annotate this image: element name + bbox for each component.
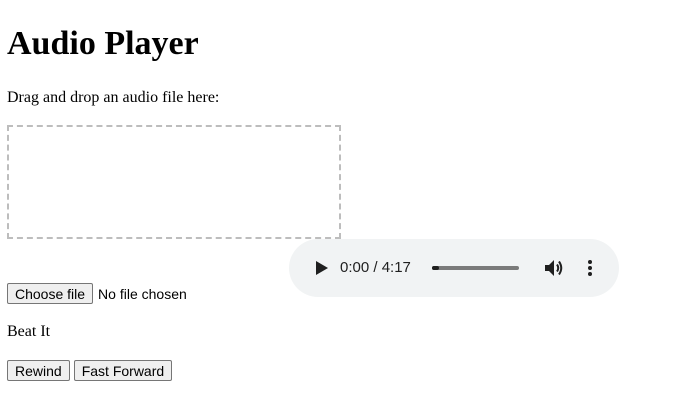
drop-instructions: Drag and drop an audio file here:	[7, 89, 220, 106]
volume-icon[interactable]	[543, 257, 565, 279]
track-name: Beat It	[7, 323, 51, 340]
audio-player: 0:00 / 4:17	[289, 239, 619, 297]
play-icon[interactable]	[311, 258, 331, 278]
fast-forward-button[interactable]: Fast Forward	[73, 360, 173, 381]
more-vertical-icon[interactable]	[580, 258, 600, 278]
page-title: Audio Player	[7, 25, 199, 62]
seek-slider[interactable]	[432, 266, 519, 270]
time-display: 0:00 / 4:17	[340, 259, 411, 276]
rewind-button[interactable]: Rewind	[7, 360, 70, 381]
file-status: No file chosen	[98, 285, 187, 302]
file-input: Choose file No file chosen	[7, 283, 187, 304]
playback-controls: Rewind Fast Forward	[7, 360, 173, 381]
seek-progress	[432, 266, 439, 270]
drop-zone[interactable]	[7, 125, 341, 239]
choose-file-button[interactable]: Choose file	[7, 283, 94, 304]
